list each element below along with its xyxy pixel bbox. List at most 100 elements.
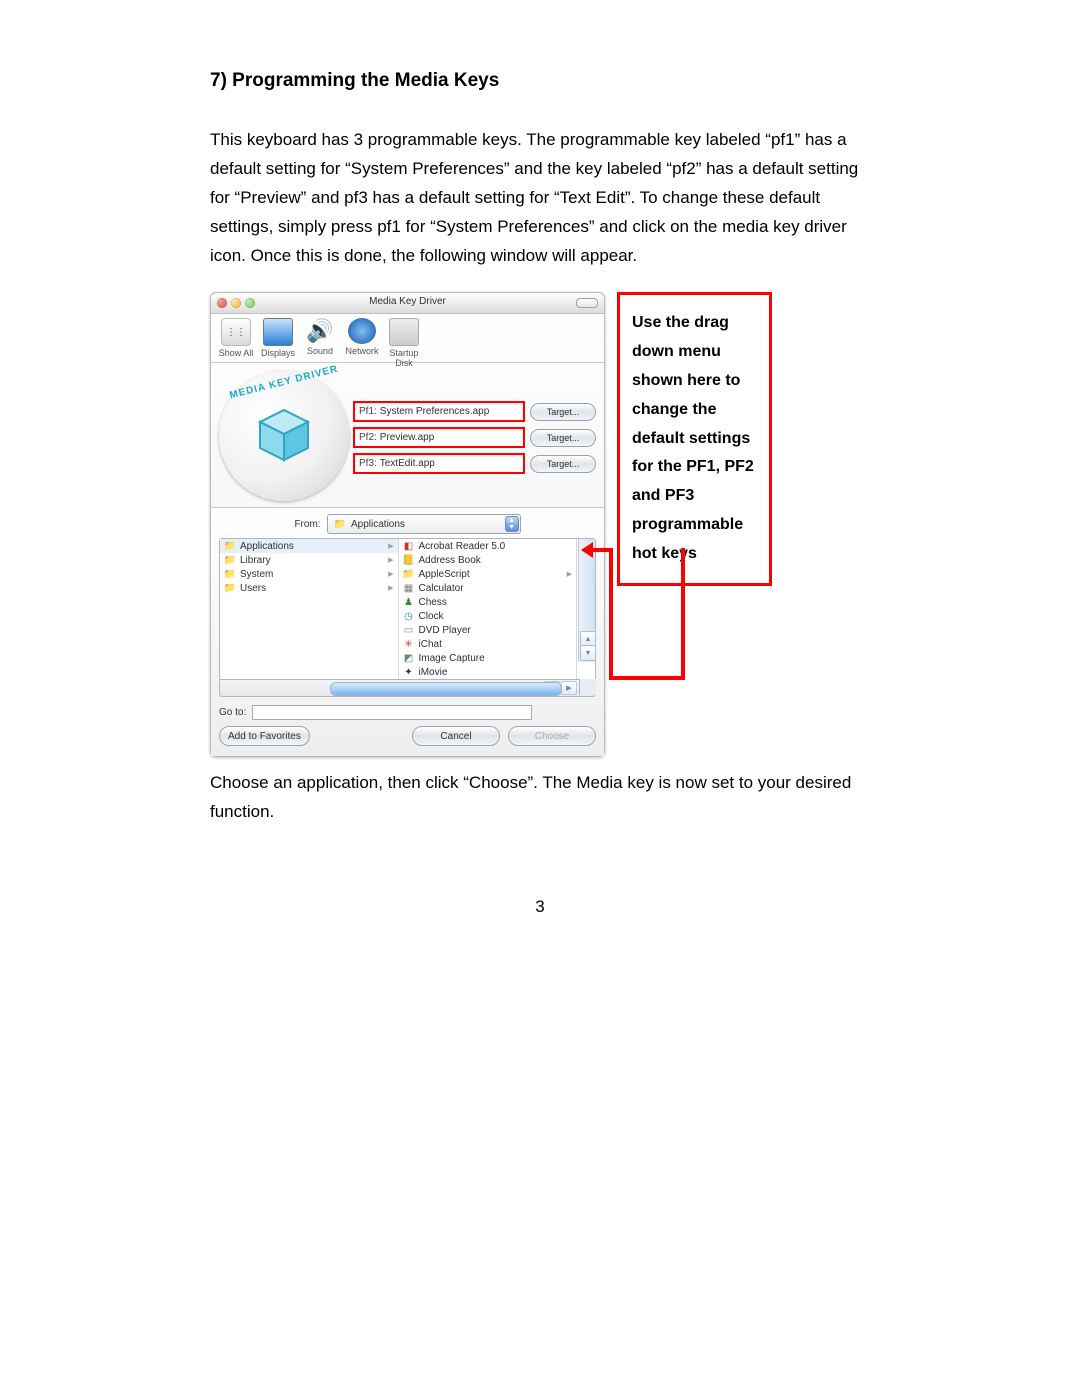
- list-item[interactable]: ✦ iMovie: [399, 665, 577, 679]
- list-item[interactable]: ♟ Chess: [399, 595, 577, 609]
- media-key-driver-logo: MEDIA KEY DRIVER: [219, 371, 349, 501]
- intro-paragraph: This keyboard has 3 programmable keys. T…: [210, 126, 870, 270]
- toolbar-toggle-icon[interactable]: [576, 298, 598, 308]
- folder-icon: 📁: [403, 568, 415, 580]
- pf-key-list: Pf1: System Preferences.app Target... Pf…: [353, 401, 596, 474]
- pf3-target-button[interactable]: Target...: [530, 455, 596, 473]
- goto-input[interactable]: [252, 705, 532, 720]
- chevron-right-icon: ▶: [388, 556, 393, 564]
- list-item-label: iMovie: [419, 667, 448, 678]
- pf2-target-button[interactable]: Target...: [530, 429, 596, 447]
- pf1-target-button[interactable]: Target...: [530, 403, 596, 421]
- app-icon: 📒: [403, 554, 415, 566]
- folder-icon: 📁: [224, 540, 236, 552]
- pf2-row: Pf2: Preview.app Target...: [353, 427, 596, 448]
- scroll-down-icon[interactable]: ▼: [580, 645, 595, 661]
- list-item[interactable]: 📁System▶: [220, 567, 398, 581]
- list-item[interactable]: ▭ DVD Player: [399, 623, 577, 637]
- choose-button[interactable]: Choose: [508, 726, 596, 746]
- toolbar-label: Network: [341, 346, 383, 356]
- app-icon: ✦: [403, 666, 415, 678]
- page-number: 3: [210, 897, 870, 917]
- show-all-icon: ⋮⋮: [221, 318, 251, 346]
- chevron-right-icon: ▶: [388, 542, 393, 550]
- list-item[interactable]: 📒Address Book: [399, 553, 577, 567]
- pf2-input[interactable]: Pf2: Preview.app: [353, 427, 525, 448]
- callout-arrow-line: [681, 548, 685, 678]
- folder-icon: 📁: [224, 554, 236, 566]
- list-item-label: Chess: [419, 597, 447, 608]
- chevron-right-icon: ▶: [567, 570, 572, 578]
- cube-icon: [254, 406, 314, 466]
- outro-paragraph: Choose an application, then click “Choos…: [210, 769, 870, 827]
- list-item[interactable]: ▦Calculator: [399, 581, 577, 595]
- section-heading: 7) Programming the Media Keys: [210, 70, 870, 92]
- horizontal-scrollbar[interactable]: ◀ ▶: [219, 680, 596, 697]
- pf-value: System Preferences.app: [380, 406, 490, 417]
- list-item[interactable]: 📁 Library ▶: [220, 553, 398, 567]
- pf3-input[interactable]: Pf3: TextEdit.app: [353, 453, 525, 474]
- pf-label: Pf1:: [359, 406, 377, 417]
- list-item-label: Calculator: [419, 583, 464, 594]
- list-item-label: DVD Player: [419, 625, 471, 636]
- window-titlebar[interactable]: Media Key Driver: [211, 293, 604, 314]
- scroll-right-icon[interactable]: ▶: [561, 681, 577, 695]
- list-item[interactable]: 📁Applications▶: [220, 539, 398, 553]
- media-key-driver-window: Media Key Driver ⋮⋮ Show All Displays 🔊 …: [210, 292, 605, 757]
- prefs-toolbar: ⋮⋮ Show All Displays 🔊 Sound Network: [211, 314, 604, 363]
- pf3-row: Pf3: TextEdit.app Target...: [353, 453, 596, 474]
- cancel-button[interactable]: Cancel: [412, 726, 500, 746]
- folder-icon: 📁: [224, 582, 236, 594]
- app-icon: ◧: [403, 540, 415, 552]
- file-chooser-panel: From: 📁 Applications ▲▼ 📁Applications▶ 📁…: [211, 507, 604, 756]
- app-icon: ✳: [403, 638, 415, 650]
- from-popup[interactable]: 📁 Applications ▲▼: [327, 514, 521, 534]
- toolbar-startup-disk[interactable]: Startup Disk: [383, 318, 425, 368]
- goto-label: Go to:: [219, 707, 246, 718]
- pf1-input[interactable]: Pf1: System Preferences.app: [353, 401, 525, 422]
- toolbar-label: Startup Disk: [383, 348, 425, 368]
- logo-text: MEDIA KEY DRIVER: [220, 362, 349, 404]
- scroll-thumb[interactable]: [330, 682, 562, 696]
- chevron-right-icon: ▶: [388, 584, 393, 592]
- toolbar-label: Sound: [299, 346, 341, 356]
- list-item[interactable]: ✳ iChat: [399, 637, 577, 651]
- app-icon: ◷: [403, 610, 415, 622]
- browser-column-2[interactable]: ◧ Acrobat Reader 5.0 📒Address Book 📁 Apple…: [399, 539, 578, 679]
- app-icon: ♟: [403, 596, 415, 608]
- list-item[interactable]: 📁 AppleScript ▶: [399, 567, 577, 581]
- toolbar-show-all[interactable]: ⋮⋮ Show All: [215, 318, 257, 358]
- pf-value: TextEdit.app: [380, 458, 435, 469]
- callout-arrow-head-icon: [581, 542, 593, 558]
- browser-column-1[interactable]: 📁Applications▶ 📁 Library ▶ 📁 System ▶ 📁Users…: [220, 539, 399, 679]
- toolbar-sound[interactable]: 🔊 Sound: [299, 318, 341, 356]
- popup-arrows-icon: ▲▼: [505, 516, 519, 532]
- browser-column-3: ▲ ▼: [577, 539, 595, 679]
- list-item[interactable]: ◧ Acrobat Reader 5.0: [399, 539, 577, 553]
- app-icon: ▭: [403, 624, 415, 636]
- list-item-label: Library: [240, 555, 271, 566]
- annotation-callout: Use the drag down menu shown here to cha…: [617, 292, 772, 585]
- list-item[interactable]: ◩Image Capture: [399, 651, 577, 665]
- toolbar-network[interactable]: Network: [341, 318, 383, 356]
- from-value: Applications: [351, 519, 405, 530]
- list-item[interactable]: ◷Clock: [399, 609, 577, 623]
- pf-value: Preview.app: [380, 432, 434, 443]
- from-label: From:: [294, 519, 320, 530]
- toolbar-label: Show All: [215, 348, 257, 358]
- folder-icon: 📁: [334, 519, 346, 530]
- pf1-row: Pf1: System Preferences.app Target...: [353, 401, 596, 422]
- startup-disk-icon: [389, 318, 419, 346]
- resize-corner-icon[interactable]: [579, 679, 596, 695]
- list-item-label: Acrobat Reader 5.0: [419, 541, 506, 552]
- list-item-label: AppleScript: [419, 569, 470, 580]
- list-item-label: System: [240, 569, 273, 580]
- network-icon: [348, 318, 376, 344]
- list-item-label: iChat: [419, 639, 442, 650]
- folder-icon: 📁: [224, 568, 236, 580]
- app-icon: ◩: [403, 652, 415, 664]
- add-to-favorites-button[interactable]: Add to Favorites: [219, 726, 310, 746]
- list-item[interactable]: 📁Users▶: [220, 581, 398, 595]
- pf-label: Pf2:: [359, 432, 377, 443]
- toolbar-displays[interactable]: Displays: [257, 318, 299, 358]
